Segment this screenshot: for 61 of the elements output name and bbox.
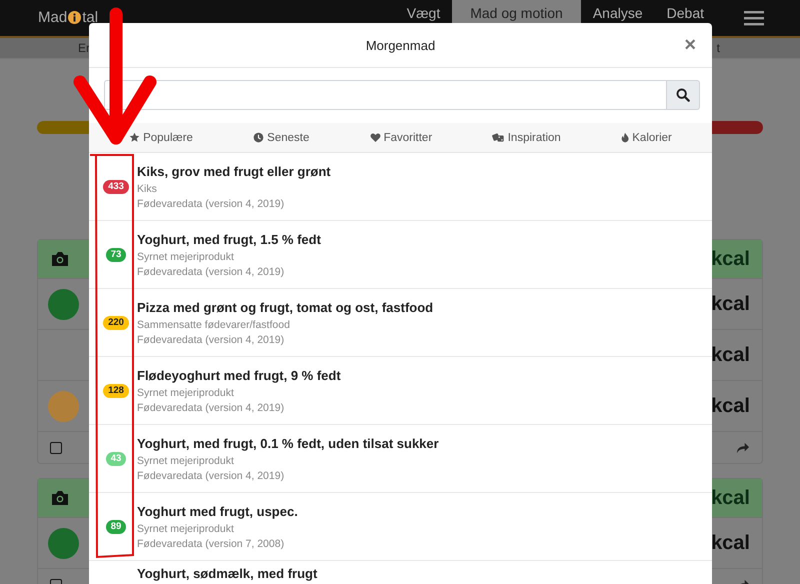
food-list-item[interactable]: Yoghurt, sødmælk, med frugt xyxy=(89,561,712,584)
heart-icon xyxy=(370,132,381,143)
food-category: Sammensatte fødevarer/fastfood xyxy=(137,318,291,333)
food-list-item[interactable]: 89 Yoghurt med frugt, uspec. Syrnet mejeriprodukt Fødevaredata (version 7, 2008) xyxy=(89,493,712,561)
menu-icon[interactable] xyxy=(744,10,764,26)
food-list-item[interactable]: 433 Kiks, grov med frugt eller grønt Kiks Fødevaredata (version 4, 2019) xyxy=(89,153,712,221)
food-name: Yoghurt, med frugt, 0.1 % fedt, uden tilsat sukker xyxy=(137,436,439,451)
food-name: Yoghurt, sødmælk, med frugt xyxy=(137,566,318,581)
filter-tab[interactable]: Favoritter xyxy=(370,132,432,144)
food-name: Pizza med grønt og frugt, tomat og ost, fastfood xyxy=(137,300,434,315)
dice-icon xyxy=(492,132,505,143)
camera-icon[interactable] xyxy=(50,251,70,267)
kcal-label: kcal xyxy=(711,248,750,270)
food-category: Syrnet mejeriprodukt xyxy=(137,454,235,469)
food-name: Yoghurt med frugt, uspec. xyxy=(137,504,298,519)
kcal-badge: 220 xyxy=(103,316,129,330)
food-list-item[interactable]: 73 Yoghurt, med frugt, 1.5 % fedt Syrnet mejeriprodukt Fødevaredata (version 4, 2019) xyxy=(89,221,712,289)
data-source: Fødevaredata (version 7, 2008) xyxy=(137,537,286,552)
food-list-item[interactable]: 220 Pizza med grønt og frugt, tomat og ost, fastfood Sammensatte fødevarer/fastfood Fødevaredata (version 4, 2019) xyxy=(89,289,712,357)
search-button[interactable] xyxy=(667,80,700,110)
logo-text: Mad xyxy=(38,9,68,26)
food-name: Flødeyoghurt med frugt, 9 % fedt xyxy=(137,368,341,383)
data-source: Fødevaredata (version 4, 2019) xyxy=(137,401,286,416)
food-list-item[interactable]: 43 Yoghurt, med frugt, 0.1 % fedt, uden tilsat sukker Syrnet mejeriprodukt Fødevaredata (version 4, 2019) xyxy=(89,425,712,493)
food-name: Yoghurt, med frugt, 1.5 % fedt xyxy=(137,232,321,247)
kcal-badge: 73 xyxy=(106,248,126,262)
kcal-badge: 433 xyxy=(103,180,129,194)
kcal-badge: 43 xyxy=(106,452,126,466)
kcal-label: kcal xyxy=(711,394,750,418)
checkbox[interactable] xyxy=(50,442,62,454)
food-category: Syrnet mejeriprodukt xyxy=(137,386,235,401)
search-icon xyxy=(676,88,690,102)
info-icon xyxy=(68,11,82,24)
kcal-label: kcal xyxy=(711,344,750,366)
filter-tab[interactable]: Inspiration xyxy=(492,132,561,144)
data-source: Fødevaredata (version 4, 2019) xyxy=(137,469,286,484)
kcal-badge: 89 xyxy=(106,520,126,534)
food-category: Kiks xyxy=(137,182,158,197)
kcal-badge: 128 xyxy=(103,384,129,398)
filter-tab[interactable]: Kalorier xyxy=(621,132,672,144)
camera-icon[interactable] xyxy=(50,490,70,506)
food-category: Syrnet mejeriprodukt xyxy=(137,250,235,265)
flame-icon xyxy=(621,132,630,143)
search-field[interactable] xyxy=(104,80,667,110)
clock-icon xyxy=(253,132,264,143)
data-source: Fødevaredata (version 4, 2019) xyxy=(137,333,286,348)
filter-tab[interactable]: Seneste xyxy=(253,132,310,144)
star-icon xyxy=(129,132,140,143)
data-source: Fødevaredata (version 4, 2019) xyxy=(137,265,286,280)
logo-text: tal xyxy=(82,9,98,26)
kcal-label: kcal xyxy=(711,486,750,510)
kcal-label: kcal xyxy=(711,532,750,554)
food-category: Syrnet mejeriprodukt xyxy=(137,522,235,537)
share-arrow-icon[interactable] xyxy=(736,442,750,454)
modal-title: Morgenmad xyxy=(366,38,436,52)
food-name: Kiks, grov med frugt eller grønt xyxy=(137,164,331,179)
filter-tab[interactable]: Populære xyxy=(129,132,193,144)
data-source: Fødevaredata (version 4, 2019) xyxy=(137,197,286,212)
food-list-item[interactable]: 128 Flødeyoghurt med frugt, 9 % fedt Syrnet mejeriprodukt Fødevaredata (version 4, 2019) xyxy=(89,357,712,425)
close-button[interactable]: × xyxy=(680,35,700,55)
kcal-label: kcal xyxy=(711,292,750,316)
